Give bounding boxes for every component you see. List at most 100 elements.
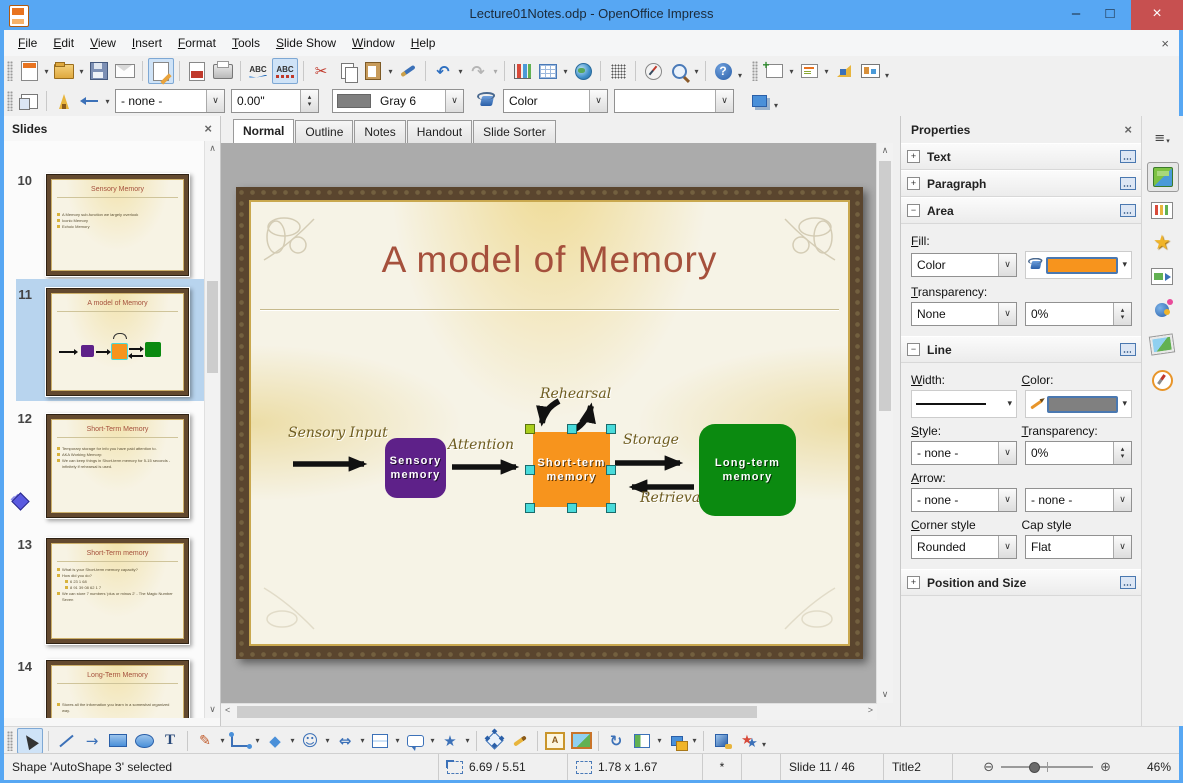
scroll-up-icon[interactable]: ∧ xyxy=(205,144,220,154)
line-width-spinner[interactable]: 0.00" ▴ ▾ xyxy=(231,89,319,113)
transparency-type-select[interactable]: None ∨ xyxy=(911,302,1017,326)
new-slide-button[interactable] xyxy=(762,58,786,83)
section-line[interactable]: − Line xyxy=(901,336,1142,363)
expand-icon[interactable]: + xyxy=(907,576,920,589)
selection-handle-bottomright[interactable] xyxy=(606,503,616,513)
workspace-vertical-scrollbar[interactable]: ∧ ∨ xyxy=(876,143,893,703)
arrow-style-dropdown-arrow[interactable]: ▾ xyxy=(103,97,112,106)
slide-layout-button[interactable] xyxy=(797,59,821,83)
sidebar-tab-custom-animation[interactable]: ★ xyxy=(1147,228,1177,256)
slide-thumbnail-12[interactable]: Short-Term Memory Temporary storage for … xyxy=(45,413,190,519)
curve-dropdown-arrow[interactable]: ▾ xyxy=(218,736,227,745)
slide-design-button[interactable] xyxy=(832,59,856,83)
menu-file[interactable]: File xyxy=(10,32,45,54)
fontwork-button[interactable]: A xyxy=(543,729,567,753)
redo-button[interactable]: ↷ xyxy=(466,59,490,83)
clone-formatting-button[interactable] xyxy=(396,59,420,83)
collapse-icon[interactable]: − xyxy=(907,343,920,356)
zoom-slider-track[interactable] xyxy=(1001,762,1094,773)
copy-button[interactable] xyxy=(335,59,359,83)
chevron-down-icon[interactable]: ∨ xyxy=(998,254,1016,276)
maximize-button[interactable]: □ xyxy=(1095,0,1125,30)
label-retrieval[interactable]: Retrieval xyxy=(640,490,705,506)
cut-button[interactable]: ✂ xyxy=(309,59,333,83)
symbol-shapes-dropdown-arrow[interactable]: ▾ xyxy=(323,736,332,745)
toolbar-overflow[interactable]: ▾ xyxy=(738,71,742,80)
fill-type-select[interactable]: Color ∨ xyxy=(911,253,1017,277)
menu-help[interactable]: Help xyxy=(403,32,444,54)
chevron-down-icon[interactable]: ∨ xyxy=(998,303,1016,325)
zoom-out-icon[interactable]: ⊖ xyxy=(983,760,994,775)
section-text[interactable]: + Text xyxy=(901,143,1142,170)
toolbar-grip[interactable] xyxy=(7,61,13,81)
close-document-icon[interactable]: × xyxy=(1161,36,1169,51)
more-options-icon[interactable] xyxy=(1120,150,1136,163)
status-size[interactable]: 1.78 x 1.67 xyxy=(568,754,703,780)
chevron-down-icon[interactable]: ∨ xyxy=(1113,536,1131,558)
expand-icon[interactable]: + xyxy=(907,150,920,163)
selection-handle-bottomleft[interactable] xyxy=(525,503,535,513)
short-term-memory-box[interactable]: Short-term memory xyxy=(533,432,610,507)
scroll-up-icon[interactable]: ∧ xyxy=(877,146,893,156)
more-options-icon[interactable] xyxy=(1120,177,1136,190)
symbol-shapes-tool[interactable]: ☺ xyxy=(298,729,322,753)
line-transparency-spinner[interactable]: 0% ▴ ▾ xyxy=(1025,441,1132,465)
zoom-percent[interactable]: 46% xyxy=(1119,754,1179,780)
slides-panel-close-icon[interactable]: × xyxy=(204,121,212,136)
long-term-memory-box[interactable]: Long-term memory xyxy=(699,424,796,516)
slide-canvas[interactable]: A model of Memory Sensory Input Attentio… xyxy=(236,187,863,659)
shadow-button[interactable] xyxy=(747,89,771,113)
chevron-down-icon[interactable]: ∨ xyxy=(206,90,224,112)
area-style-button[interactable] xyxy=(475,89,499,113)
callouts-tool[interactable] xyxy=(403,729,427,753)
menu-tools[interactable]: Tools xyxy=(224,32,268,54)
select-tool[interactable] xyxy=(17,727,43,754)
sidebar-tab-navigator[interactable] xyxy=(1147,366,1177,394)
display-grid-button[interactable] xyxy=(606,59,630,83)
spinner-arrows[interactable]: ▴ ▾ xyxy=(1113,442,1131,464)
selection-handle-top[interactable] xyxy=(567,424,577,434)
zoom-dropdown-arrow[interactable]: ▾ xyxy=(692,67,701,76)
transparency-spinner[interactable]: 0% ▴ ▾ xyxy=(1025,302,1132,326)
insert-picture-button[interactable] xyxy=(569,729,593,753)
save-button[interactable] xyxy=(87,59,111,83)
more-options-icon[interactable] xyxy=(1120,343,1136,356)
fill-value-select[interactable]: ∨ xyxy=(614,89,734,113)
toolbar-grip[interactable] xyxy=(7,91,13,111)
title-bar[interactable]: Lecture01Notes.odp - OpenOffice Impress … xyxy=(0,0,1183,30)
insert-table-button[interactable] xyxy=(536,59,560,83)
chevron-down-icon[interactable]: ∨ xyxy=(998,536,1016,558)
undo-button[interactable]: ↶ xyxy=(431,59,455,83)
cap-style-select[interactable]: Flat ∨ xyxy=(1025,535,1132,559)
text-tool[interactable]: T xyxy=(158,729,182,753)
sidebar-tab-master-pages[interactable] xyxy=(1147,196,1177,224)
menu-view[interactable]: View xyxy=(82,32,124,54)
stars-dropdown-arrow[interactable]: ▾ xyxy=(463,736,472,745)
line-style-select[interactable]: - none - ∨ xyxy=(115,89,225,113)
slide-thumbnail-13[interactable]: Short-Term memory What is your Short-ter… xyxy=(45,537,190,645)
dropdown-arrow-icon[interactable]: ▾ xyxy=(1122,260,1127,270)
status-slide-number[interactable]: Slide 11 / 46 xyxy=(781,754,884,780)
menu-window[interactable]: Window xyxy=(344,32,403,54)
scrollbar-thumb[interactable] xyxy=(879,161,891,411)
line-tool[interactable] xyxy=(54,729,78,753)
tab-slide-sorter[interactable]: Slide Sorter xyxy=(473,120,556,143)
toolbar-grip[interactable] xyxy=(752,61,759,81)
slide-thumbnail-14[interactable]: Long-Term Memory Stores all the informat… xyxy=(45,659,190,718)
tab-normal[interactable]: Normal xyxy=(233,119,295,143)
sidebar-tab-properties[interactable] xyxy=(1147,162,1179,192)
expand-icon[interactable]: + xyxy=(907,177,920,190)
selection-handle-topleft[interactable] xyxy=(525,424,535,434)
scroll-right-icon[interactable]: > xyxy=(868,705,873,715)
open-dropdown-arrow[interactable]: ▾ xyxy=(77,67,86,76)
chevron-down-icon[interactable]: ∨ xyxy=(998,489,1016,511)
more-options-icon[interactable] xyxy=(1120,576,1136,589)
spinner-arrows[interactable]: ▴ ▾ xyxy=(300,90,318,112)
chevron-down-icon[interactable]: ∨ xyxy=(445,90,463,112)
zoom-slider-thumb[interactable] xyxy=(1029,762,1041,773)
label-sensory-input[interactable]: Sensory Input xyxy=(288,425,388,441)
properties-close-icon[interactable]: × xyxy=(1124,122,1132,137)
sensory-memory-box[interactable]: Sensory memory xyxy=(385,438,446,498)
toolbar-overflow[interactable]: ▾ xyxy=(885,71,889,80)
hyperlink-button[interactable] xyxy=(571,59,595,83)
